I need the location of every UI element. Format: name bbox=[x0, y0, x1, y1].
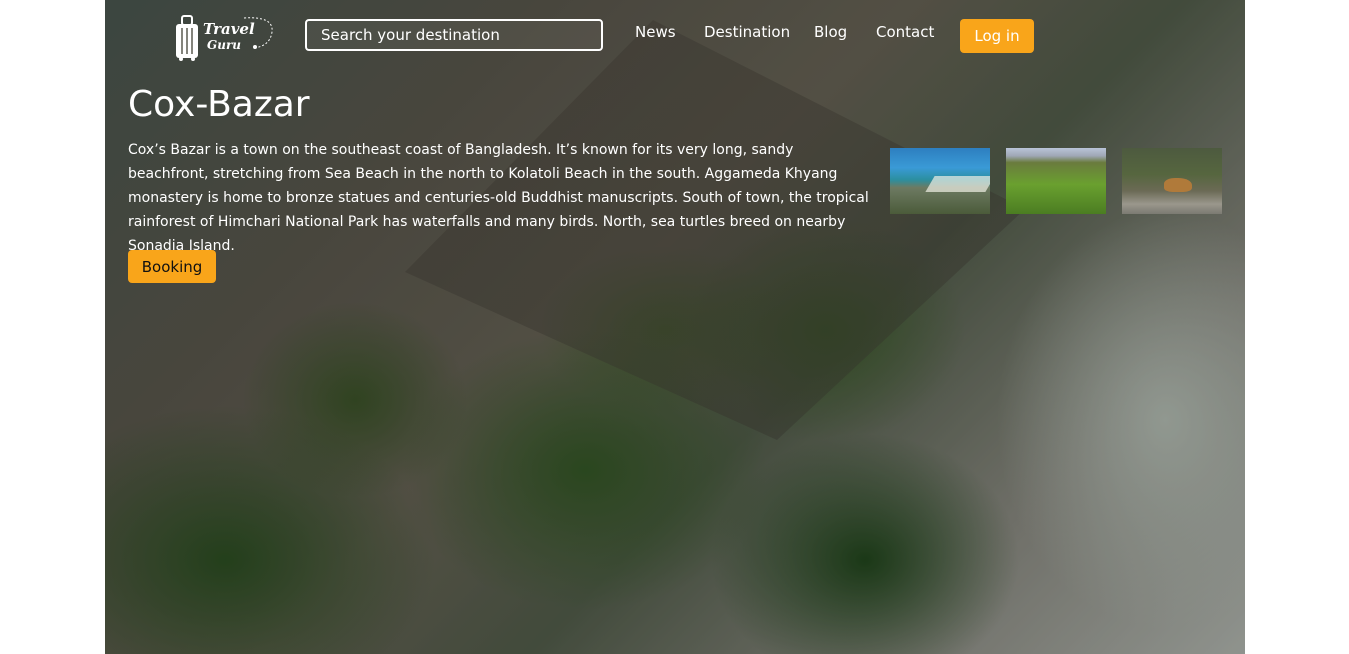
destination-thumbnail-beach[interactable] bbox=[890, 148, 990, 214]
logo-text-guru: Guru bbox=[207, 38, 242, 52]
login-button[interactable]: Log in bbox=[960, 19, 1034, 53]
destination-title: Cox-Bazar bbox=[128, 84, 310, 125]
nav-link-contact[interactable]: Contact bbox=[876, 23, 934, 41]
destination-thumbnail-tea-garden[interactable] bbox=[1006, 148, 1106, 214]
nav-link-destination[interactable]: Destination bbox=[704, 23, 790, 41]
destination-description: Cox’s Bazar is a town on the southeast c… bbox=[128, 142, 869, 254]
nav-link-blog[interactable]: Blog bbox=[814, 23, 847, 41]
search-input[interactable] bbox=[305, 19, 603, 51]
destination-thumbnail-tiger[interactable] bbox=[1122, 148, 1222, 214]
booking-button[interactable]: Booking bbox=[128, 250, 216, 283]
travel-guru-logo[interactable]: Travel Guru bbox=[174, 12, 278, 62]
logo-text-travel: Travel bbox=[203, 20, 255, 38]
nav-link-news[interactable]: News bbox=[635, 23, 676, 41]
